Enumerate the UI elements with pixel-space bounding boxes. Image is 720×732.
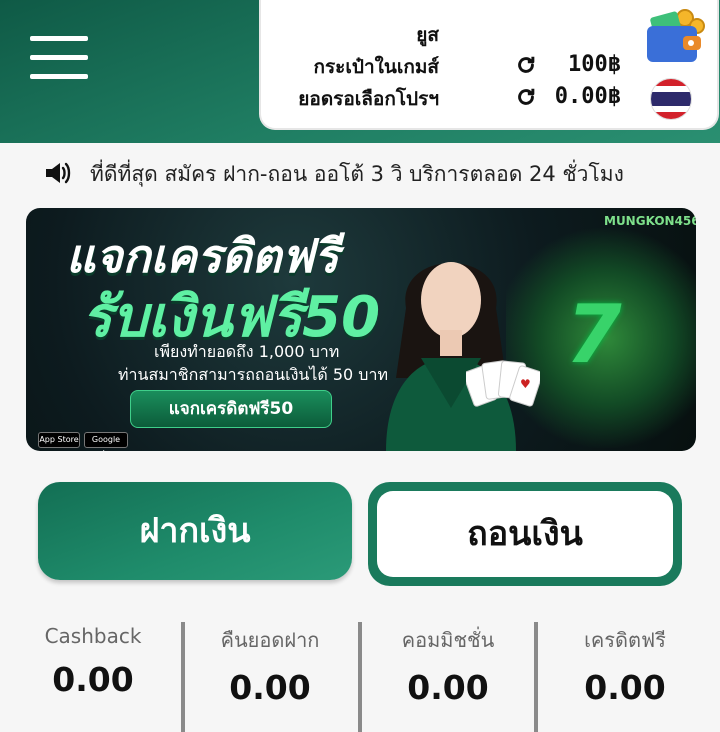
announcement-bar: ที่ดีที่สุด สมัคร ฝาก-ถอน ออโต้ 3 วิ บริ… <box>0 146 720 198</box>
thailand-flag-icon[interactable] <box>650 78 692 120</box>
ingame-wallet-label: กระเป๋าในเกมส์ <box>313 56 439 78</box>
username-label: ยูส <box>416 24 439 46</box>
hamburger-menu-icon[interactable] <box>30 36 88 80</box>
promo-banner[interactable]: MUNGKON456 แจกเครดิตฟรี รับเงินฟรี50 เพี… <box>26 208 696 451</box>
svg-text:♥: ♥ <box>520 377 531 391</box>
banner-model-image <box>366 218 536 451</box>
stat-cashback[interactable]: Cashback 0.00 <box>8 618 178 699</box>
brand-logo: MUNGKON456 <box>604 214 696 228</box>
pending-balance: 0.00฿ <box>554 84 621 109</box>
stat-commission[interactable]: คอมมิชชั่น 0.00 <box>363 618 533 707</box>
top-header: ยูส กระเป๋าในเกมส์ ยอดรอเลือกโปรฯ 100฿ 0… <box>0 0 720 143</box>
pending-promo-label: ยอดรอเลือกโปรฯ <box>298 88 439 110</box>
banner-cta-button[interactable]: แจกเครดิตฟรี50 <box>130 390 332 428</box>
deposit-button[interactable]: ฝากเงิน <box>38 482 352 580</box>
refresh-icon[interactable] <box>515 86 537 108</box>
speaker-icon <box>44 160 72 186</box>
stat-value: 0.00 <box>584 668 666 707</box>
announcement-text: ที่ดีที่สุด สมัคร ฝาก-ถอน ออโต้ 3 วิ บริ… <box>90 162 624 186</box>
stat-label: คืนยอดฝาก <box>220 628 320 652</box>
withdraw-button[interactable]: ถอนเงิน <box>368 482 682 586</box>
stat-divider <box>534 622 538 732</box>
wallet-coins-icon <box>639 6 711 66</box>
wallet-card: ยูส กระเป๋าในเกมส์ ยอดรอเลือกโปรฯ 100฿ 0… <box>259 0 719 130</box>
stat-label: คอมมิชชั่น <box>401 628 495 652</box>
app-store-badge[interactable]: App Store <box>38 432 80 448</box>
banner-subtitle-line1: เพียงทำยอดถึง 1,000 บาท <box>154 342 340 361</box>
ingame-balance: 100฿ <box>568 52 621 77</box>
stat-free-credit[interactable]: เครดิตฟรี 0.00 <box>540 618 710 707</box>
stat-value: 0.00 <box>407 668 489 707</box>
slot-seven-icon: 7 <box>566 288 622 381</box>
stat-deposit-return[interactable]: คืนยอดฝาก 0.00 <box>185 618 355 707</box>
refresh-icon[interactable] <box>515 54 537 76</box>
stat-label: Cashback <box>44 624 142 648</box>
google-play-badge[interactable]: Google play <box>84 432 128 451</box>
withdraw-button-label: ถอนเงิน <box>377 491 673 577</box>
stat-value: 0.00 <box>229 668 311 707</box>
stats-row: Cashback 0.00 คืนยอดฝาก 0.00 คอมมิชชั่น … <box>0 618 720 732</box>
banner-subtitle-line2: ท่านสมาชิกสามารถถอนเงินได้ 50 บาท <box>118 365 388 384</box>
playing-cards-image: ♥ <box>462 358 543 414</box>
stat-label: เครดิตฟรี <box>584 628 666 652</box>
stat-divider <box>358 622 362 732</box>
stat-value: 0.00 <box>52 660 134 699</box>
